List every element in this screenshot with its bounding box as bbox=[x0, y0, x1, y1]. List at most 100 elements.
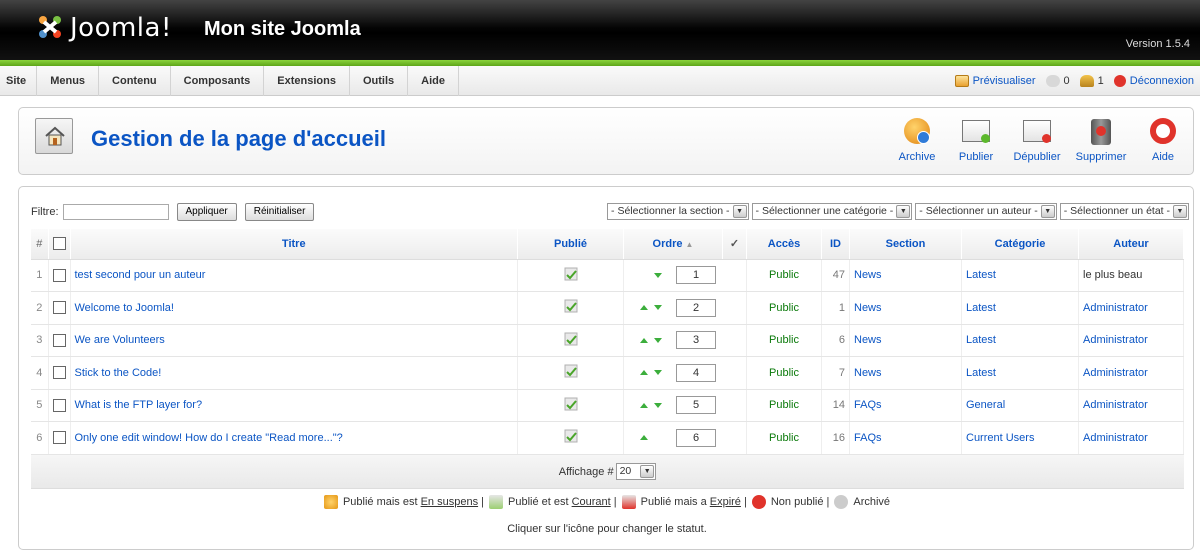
move-down-icon[interactable] bbox=[654, 402, 662, 408]
move-up-icon[interactable] bbox=[640, 370, 648, 376]
article-title-link[interactable]: We are Volunteers bbox=[75, 334, 165, 346]
category-link[interactable]: Latest bbox=[966, 334, 996, 346]
access-link[interactable]: Public bbox=[769, 367, 799, 379]
published-check-icon[interactable] bbox=[564, 267, 578, 281]
reset-button[interactable]: Réinitialiser bbox=[244, 203, 315, 221]
menu-site[interactable]: Site bbox=[0, 66, 38, 96]
menu-tools[interactable]: Outils bbox=[350, 66, 409, 96]
row-checkbox[interactable] bbox=[52, 398, 66, 412]
row-checkbox[interactable] bbox=[52, 268, 66, 282]
col-save-order[interactable]: ✓ bbox=[722, 229, 747, 260]
author-name[interactable]: Administrator bbox=[1083, 334, 1148, 346]
logout-link[interactable]: Déconnexion bbox=[1113, 75, 1194, 87]
published-check-icon[interactable] bbox=[564, 397, 578, 411]
select-all-checkbox[interactable] bbox=[52, 237, 66, 251]
title-cell: Stick to the Code! bbox=[70, 356, 518, 390]
chevron-down-icon: ▼ bbox=[732, 205, 747, 218]
row-checkbox[interactable] bbox=[52, 333, 66, 347]
archive-button[interactable]: Archive bbox=[887, 116, 947, 163]
menu-content[interactable]: Contenu bbox=[99, 66, 171, 96]
menu-extensions[interactable]: Extensions bbox=[264, 66, 350, 96]
article-title-link[interactable]: test second pour un auteur bbox=[75, 269, 206, 281]
menu-help[interactable]: Aide bbox=[408, 66, 459, 96]
messages-count[interactable]: 0 bbox=[1045, 75, 1070, 87]
category-link[interactable]: Current Users bbox=[966, 432, 1034, 444]
row-checkbox[interactable] bbox=[52, 431, 66, 445]
users-count[interactable]: 1 bbox=[1079, 75, 1104, 87]
col-author[interactable]: Auteur bbox=[1078, 229, 1184, 260]
access-cell: Public bbox=[746, 291, 822, 325]
section-link[interactable]: News bbox=[854, 269, 882, 281]
archive-label: Archive bbox=[898, 151, 936, 163]
delete-button[interactable]: Supprimer bbox=[1071, 116, 1131, 163]
section-link[interactable]: FAQs bbox=[854, 432, 882, 444]
row-checkbox-cell bbox=[48, 421, 71, 455]
article-title-link[interactable]: Welcome to Joomla! bbox=[75, 302, 174, 314]
author-name[interactable]: Administrator bbox=[1083, 432, 1148, 444]
col-title[interactable]: Titre bbox=[70, 229, 518, 260]
category-link[interactable]: Latest bbox=[966, 302, 996, 314]
category-select[interactable]: - Sélectionner une catégorie - ▼ bbox=[751, 203, 913, 220]
menu-components[interactable]: Composants bbox=[171, 66, 265, 96]
article-title-link[interactable]: Only one edit window! How do I create "R… bbox=[75, 432, 343, 444]
move-up-icon[interactable] bbox=[640, 402, 648, 408]
access-link[interactable]: Public bbox=[769, 302, 799, 314]
menu-menus[interactable]: Menus bbox=[37, 66, 100, 96]
move-down-icon[interactable] bbox=[654, 370, 662, 376]
row-checkbox[interactable] bbox=[52, 301, 66, 315]
article-title-link[interactable]: What is the FTP layer for? bbox=[75, 399, 203, 411]
move-down-icon[interactable] bbox=[654, 272, 662, 278]
col-section[interactable]: Section bbox=[849, 229, 962, 260]
order-input[interactable]: 2 bbox=[676, 298, 716, 317]
move-up-icon[interactable] bbox=[640, 305, 648, 311]
category-link[interactable]: General bbox=[966, 399, 1005, 411]
published-check-icon[interactable] bbox=[564, 364, 578, 378]
section-select-value: - Sélectionner la section - bbox=[611, 205, 730, 217]
access-link[interactable]: Public bbox=[769, 334, 799, 346]
article-title-link[interactable]: Stick to the Code! bbox=[75, 367, 162, 379]
order-input[interactable]: 5 bbox=[676, 396, 716, 415]
access-link[interactable]: Public bbox=[769, 432, 799, 444]
published-cell bbox=[517, 389, 624, 422]
status-legend: Publié mais est En suspens | Publié et e… bbox=[19, 495, 1195, 509]
move-up-icon[interactable] bbox=[640, 435, 648, 441]
apply-button[interactable]: Appliquer bbox=[176, 203, 237, 221]
category-link[interactable]: Latest bbox=[966, 269, 996, 281]
preview-link[interactable]: Prévisualiser bbox=[954, 75, 1036, 87]
author-select[interactable]: - Sélectionner un auteur - ▼ bbox=[915, 203, 1057, 220]
order-input[interactable]: 6 bbox=[676, 428, 716, 447]
published-check-icon[interactable] bbox=[564, 332, 578, 346]
access-link[interactable]: Public bbox=[769, 399, 799, 411]
row-checkbox[interactable] bbox=[52, 366, 66, 380]
order-input[interactable]: 3 bbox=[676, 331, 716, 350]
published-check-icon[interactable] bbox=[564, 299, 578, 313]
published-check-icon[interactable] bbox=[564, 429, 578, 443]
order-input[interactable]: 1 bbox=[676, 266, 716, 285]
section-select[interactable]: - Sélectionner la section - ▼ bbox=[607, 203, 749, 220]
publish-button[interactable]: Publier bbox=[946, 116, 1006, 163]
col-order[interactable]: Ordre ▲ bbox=[623, 229, 723, 260]
limit-select[interactable]: 20 ▼ bbox=[615, 463, 657, 480]
unpublish-button[interactable]: Dépublier bbox=[1007, 116, 1067, 163]
section-link[interactable]: News bbox=[854, 367, 882, 379]
help-button[interactable]: Aide bbox=[1137, 116, 1189, 163]
section-link[interactable]: News bbox=[854, 302, 882, 314]
section-link[interactable]: News bbox=[854, 334, 882, 346]
order-input[interactable]: 4 bbox=[676, 363, 716, 382]
author-name[interactable]: Administrator bbox=[1083, 302, 1148, 314]
move-up-icon[interactable] bbox=[640, 337, 648, 343]
col-id[interactable]: ID bbox=[821, 229, 850, 260]
status-area: Prévisualiser 0 1 Déconnexion bbox=[954, 66, 1194, 96]
move-down-icon[interactable] bbox=[654, 337, 662, 343]
state-select[interactable]: - Sélectionner un état - ▼ bbox=[1059, 203, 1189, 220]
category-link[interactable]: Latest bbox=[966, 367, 996, 379]
col-published[interactable]: Publié bbox=[517, 229, 624, 260]
col-category[interactable]: Catégorie bbox=[961, 229, 1079, 260]
access-link[interactable]: Public bbox=[769, 269, 799, 281]
filter-input[interactable] bbox=[62, 204, 169, 220]
section-link[interactable]: FAQs bbox=[854, 399, 882, 411]
author-name[interactable]: Administrator bbox=[1083, 399, 1148, 411]
author-name[interactable]: Administrator bbox=[1083, 367, 1148, 379]
col-access[interactable]: Accès bbox=[746, 229, 822, 260]
move-down-icon[interactable] bbox=[654, 305, 662, 311]
